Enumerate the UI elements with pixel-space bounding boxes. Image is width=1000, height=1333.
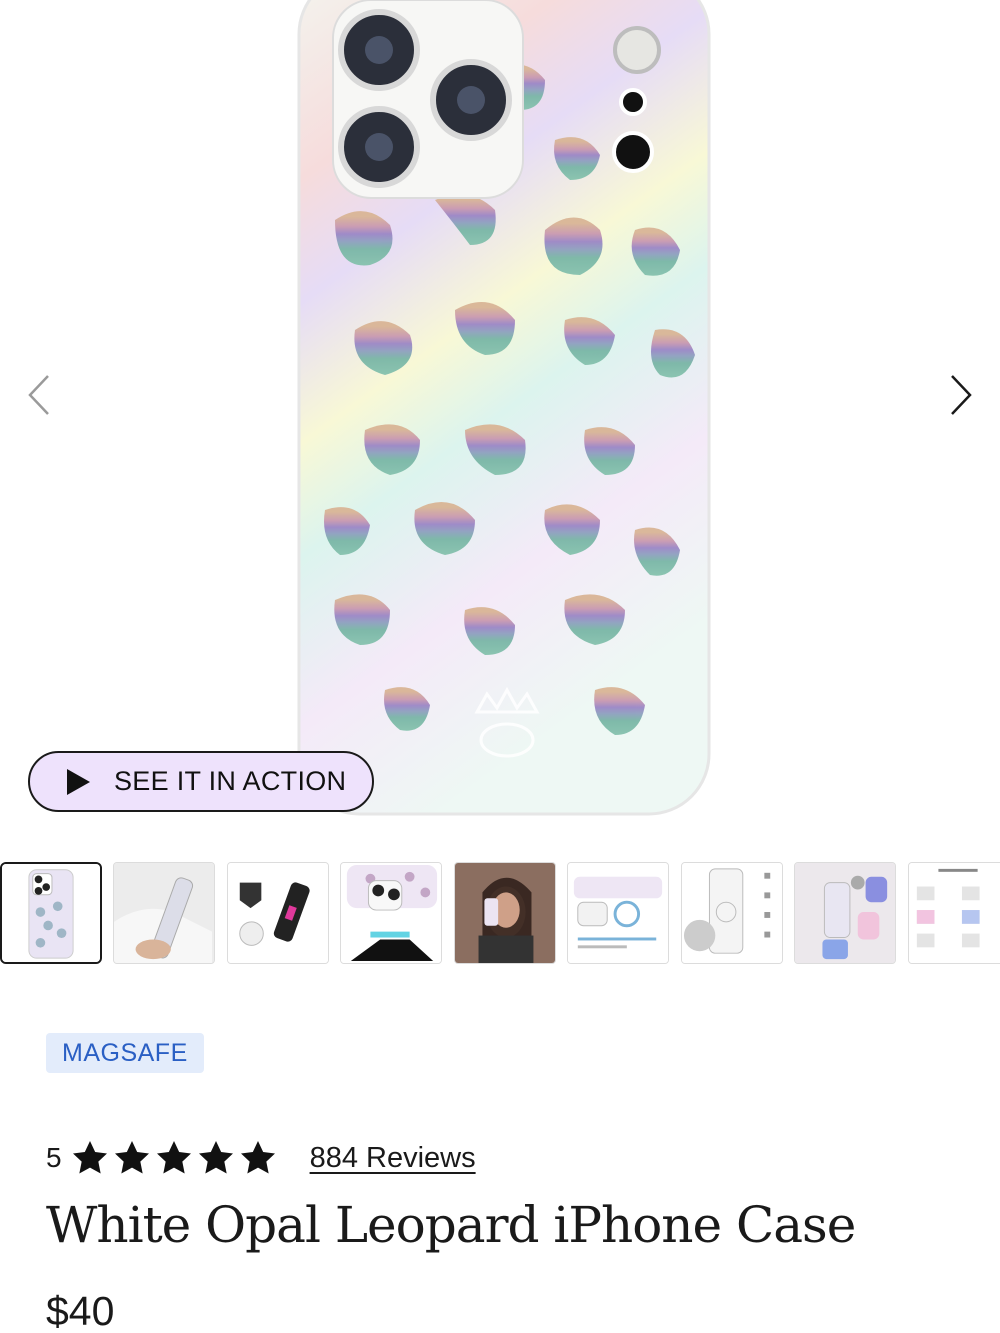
thumbnail-6[interactable] [567,862,669,964]
thumbnail-8[interactable] [794,862,896,964]
chevron-left-icon [28,375,49,415]
thumbnail-1[interactable] [0,862,102,964]
rating-value: 5 [46,1142,62,1173]
rating-row: 5 884 Reviews [46,1136,476,1180]
reviews-link[interactable]: 884 Reviews [310,1142,476,1175]
chevron-right-icon [951,375,972,415]
product-price: $40 [46,1288,115,1333]
thumbnail-strip [0,862,1000,966]
thumbnail-5[interactable] [454,862,556,964]
thumbnail-4[interactable] [340,862,442,964]
see-it-in-action-label: SEE IT IN ACTION [114,766,347,796]
thumbnail-3[interactable] [227,862,329,964]
product-image[interactable] [295,0,713,818]
product-title: White Opal Leopard iPhone Case [46,1196,856,1254]
previous-image-button[interactable] [14,370,64,420]
magsafe-badge-label: MAGSAFE [62,1038,188,1067]
play-icon [64,768,92,796]
thumbnail-9[interactable] [908,862,1000,964]
star-icon [154,1138,194,1178]
product-gallery: SEE IT IN ACTION [0,0,1000,840]
star-icon [238,1138,278,1178]
thumbnail-2[interactable] [113,862,215,964]
star-icon [70,1138,110,1178]
star-icon [112,1138,152,1178]
see-it-in-action-button[interactable]: SEE IT IN ACTION [28,751,374,812]
star-rating [70,1138,280,1178]
next-image-button[interactable] [936,370,986,420]
magsafe-badge: MAGSAFE [46,1033,204,1073]
thumbnail-7[interactable] [681,862,783,964]
star-icon [196,1138,236,1178]
